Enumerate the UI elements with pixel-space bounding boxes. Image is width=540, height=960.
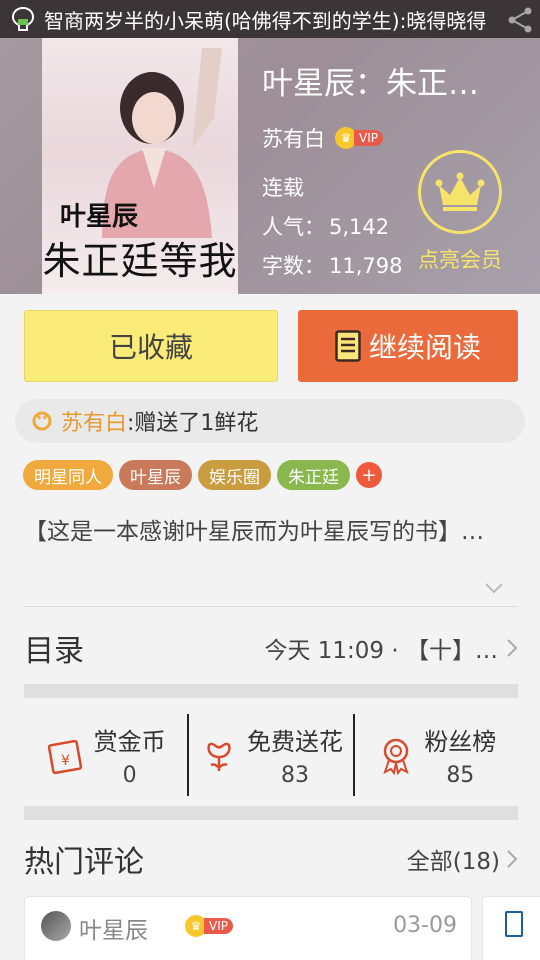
stat-label: 免费送花 <box>246 728 343 756</box>
tag-chip[interactable]: 朱正廷 <box>277 460 350 490</box>
tag-chip[interactable]: 叶星辰 <box>119 460 192 490</box>
all-comments-link[interactable]: 全部(18) <box>407 842 500 876</box>
vip-label: VIP <box>204 918 233 934</box>
stats-row: ¥ 赏金币 0 免费送花 83 粉丝榜 85 <box>24 714 518 796</box>
hot-comments-header[interactable]: 热门评论 全部(18) <box>24 839 518 880</box>
medal-icon <box>383 738 410 775</box>
table-of-contents-row[interactable]: 目录 今天 11:09 · 【十】… <box>24 628 518 669</box>
stat-value: 85 <box>446 763 475 788</box>
latest-chapter: 今天 11:09 · 【十】… <box>264 638 498 664</box>
stat-value: 83 <box>280 763 309 788</box>
reward-coins-text: 赏金币 0 <box>94 722 166 788</box>
collections-row: 收藏：75 <box>262 286 507 294</box>
book-header: 叶星辰 朱正廷等我 叶星辰：朱正廷… 苏有白 ♛ VIP 连载 人气： 5,142… <box>0 38 540 294</box>
notification-text: 智商两岁半的小呆萌(哈佛得不到的学生):晓得晓得 <box>44 8 487 33</box>
book-cover[interactable]: 叶星辰 朱正廷等我 <box>42 38 238 294</box>
add-tag-button[interactable]: + <box>356 462 382 488</box>
fan-ranking-text: 粉丝榜 85 <box>424 722 496 788</box>
vip-label: VIP <box>354 130 383 146</box>
chevron-right-icon <box>507 639 518 657</box>
free-flowers-text: 免费送花 83 <box>247 722 343 788</box>
hot-comments-title: 热门评论 <box>24 845 144 880</box>
comment-card[interactable] <box>482 896 540 960</box>
notification-bar[interactable]: 智商两岁半的小呆萌(哈佛得不到的学生):晓得晓得 <box>0 0 540 38</box>
tag-chip[interactable]: 明星同人 <box>23 460 113 490</box>
stat-value: 0 <box>122 763 137 788</box>
collected-button[interactable]: 已收藏 <box>24 310 278 382</box>
gift-text: :赠送了1鲜花 <box>127 411 259 436</box>
share-icon[interactable] <box>506 6 534 34</box>
cover-author-name: 叶星辰 <box>60 202 139 232</box>
toc-title: 目录 <box>24 634 84 669</box>
tag-chip[interactable]: 娱乐圈 <box>198 460 271 490</box>
book-icon <box>505 911 523 937</box>
member-button[interactable]: 点亮会员 <box>412 150 508 274</box>
word-count-value: 11,798 <box>329 254 403 278</box>
app-notification-icon <box>11 6 35 31</box>
popularity-label: 人气： <box>262 215 325 239</box>
section-separator <box>24 806 518 820</box>
cover-title: 朱正廷等我 <box>42 239 238 283</box>
member-crown-circle <box>418 150 502 234</box>
section-separator <box>24 684 518 698</box>
stat-label: 赏金币 <box>93 728 166 756</box>
tag-list: 明星同人 叶星辰 娱乐圈 朱正廷 + <box>23 460 382 490</box>
crown-icon <box>435 172 485 211</box>
free-flowers-stat[interactable]: 免费送花 83 <box>187 714 352 796</box>
divider <box>24 606 518 607</box>
content-panel: 已收藏 继续阅读 苏有白 :赠送了1鲜花 明星同人 叶星辰 娱乐圈 朱正廷 + … <box>0 294 540 960</box>
gift-banner[interactable]: 苏有白 :赠送了1鲜花 <box>15 399 525 443</box>
gift-user[interactable]: 苏有白 <box>61 405 127 437</box>
avatar[interactable] <box>41 911 71 941</box>
fan-ranking-stat[interactable]: 粉丝榜 85 <box>352 714 518 796</box>
flower-icon <box>32 411 52 431</box>
vip-badge: ♛ VIP <box>335 127 383 149</box>
red-envelope-icon: ¥ <box>47 739 82 775</box>
comment-card[interactable]: 叶星辰 ♛ VIP 03-09 <box>24 896 472 960</box>
chevron-down-icon[interactable] <box>484 582 504 594</box>
author-row[interactable]: 苏有白 ♛ VIP <box>262 123 507 153</box>
book-intro[interactable]: 【这是一本感谢叶星辰而为叶星辰写的书】… <box>24 514 504 551</box>
continue-reading-button[interactable]: 继续阅读 <box>298 310 518 382</box>
comment-user[interactable]: 叶星辰 <box>79 911 148 945</box>
comment-date: 03-09 <box>393 913 457 938</box>
vip-badge: ♛ VIP <box>185 915 233 937</box>
stat-label: 粉丝榜 <box>424 728 497 756</box>
popularity-value: 5,142 <box>329 215 390 239</box>
author-name[interactable]: 苏有白 <box>262 123 325 153</box>
chevron-right-icon <box>507 850 518 868</box>
book-title: 叶星辰：朱正廷… <box>262 66 507 102</box>
member-label: 点亮会员 <box>418 248 502 272</box>
book-icon <box>335 330 361 362</box>
flower-icon <box>207 742 231 771</box>
continue-reading-label: 继续阅读 <box>368 331 481 364</box>
word-count-label: 字数： <box>262 254 325 278</box>
svg-text:¥: ¥ <box>61 753 70 769</box>
reward-coins-stat[interactable]: ¥ 赏金币 0 <box>24 714 187 796</box>
